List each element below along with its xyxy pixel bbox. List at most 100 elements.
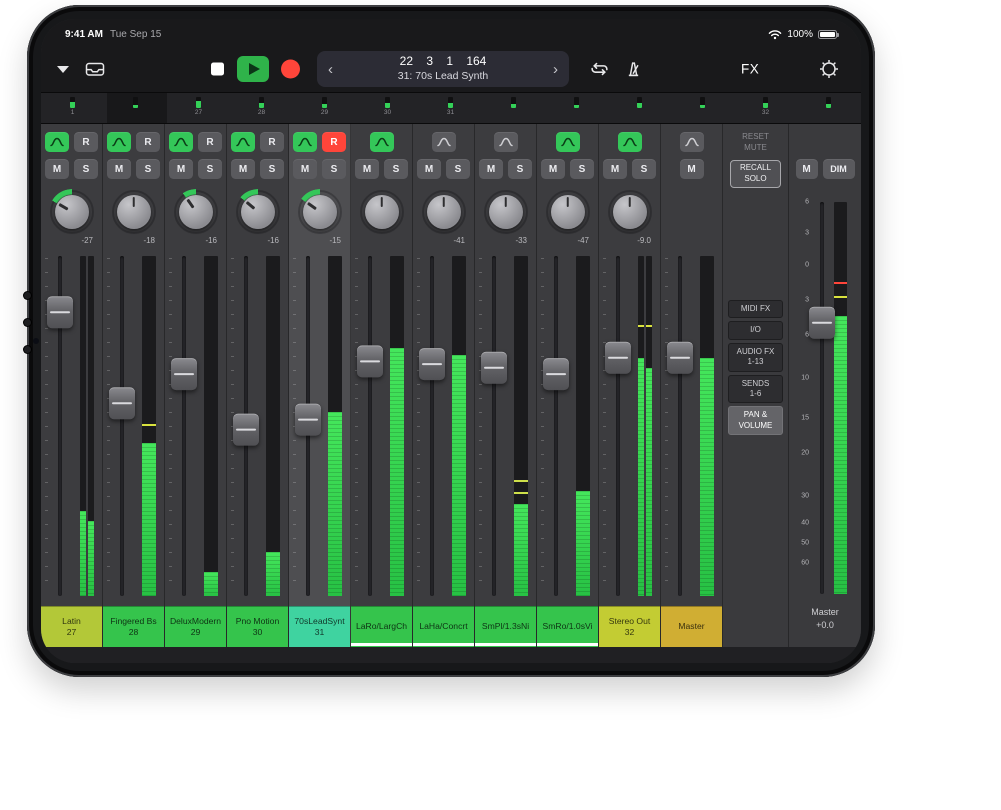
track-name-label[interactable]: DeluxModern29 xyxy=(165,606,226,647)
solo-button[interactable]: S xyxy=(322,159,346,179)
mute-button[interactable]: M xyxy=(541,159,565,179)
play-button[interactable] xyxy=(237,56,269,82)
overview-track[interactable]: 30 xyxy=(356,93,419,123)
overview-track[interactable]: 32 xyxy=(734,93,797,123)
solo-button[interactable]: S xyxy=(446,159,470,179)
panel-tab-sends-1-6[interactable]: SENDS1-6 xyxy=(728,375,783,404)
mute-button[interactable]: M xyxy=(355,159,379,179)
track-name-label[interactable]: LaHa/Concrt xyxy=(413,606,474,647)
lcd-prev-icon[interactable]: ‹ xyxy=(326,61,335,78)
mute-button[interactable]: M xyxy=(231,159,255,179)
track-name-label[interactable]: Pno Motion30 xyxy=(227,606,288,647)
volume-fader[interactable] xyxy=(357,345,383,377)
overview-track[interactable]: 31 xyxy=(419,93,482,123)
automation-button[interactable] xyxy=(432,132,456,152)
track-name-label[interactable]: Latin27 xyxy=(41,606,102,647)
overview-track[interactable] xyxy=(671,93,734,123)
pan-knob[interactable] xyxy=(421,189,467,235)
automation-button[interactable] xyxy=(618,132,642,152)
track-name-label[interactable]: Stereo Out32 xyxy=(599,606,660,647)
automation-button[interactable] xyxy=(556,132,580,152)
record-enable-button[interactable]: R xyxy=(260,132,284,152)
metronome-icon[interactable] xyxy=(625,61,642,78)
solo-button[interactable]: S xyxy=(198,159,222,179)
overview-track[interactable]: 1 xyxy=(41,93,104,123)
reset-mute-button[interactable]: RESETMUTE xyxy=(728,132,783,154)
panel-tab-audio-fx-1-13[interactable]: AUDIO FX1-13 xyxy=(728,343,783,372)
track-overview-strip[interactable]: 1 2728293031 32 xyxy=(41,93,861,124)
automation-button[interactable] xyxy=(107,132,131,152)
master-volume-fader[interactable] xyxy=(809,306,835,338)
master-mute-button[interactable]: M xyxy=(796,159,818,179)
automation-button[interactable] xyxy=(494,132,518,152)
record-enable-button[interactable]: R xyxy=(136,132,160,152)
overview-track[interactable]: 27 xyxy=(167,93,230,123)
track-name-label[interactable]: 70sLeadSynt31 xyxy=(289,606,350,647)
volume-fader[interactable] xyxy=(543,358,569,390)
pan-knob[interactable] xyxy=(483,189,529,235)
automation-button[interactable] xyxy=(370,132,394,152)
cycle-icon[interactable] xyxy=(589,62,610,77)
track-name-label[interactable]: LaRo/LargCh xyxy=(351,606,412,647)
view-chevron-down-icon[interactable] xyxy=(57,65,69,73)
track-name-label[interactable]: Master xyxy=(661,606,722,647)
volume-fader[interactable] xyxy=(481,352,507,384)
overview-track[interactable]: 28 xyxy=(230,93,293,123)
lcd-next-icon[interactable]: › xyxy=(551,61,560,78)
settings-icon[interactable] xyxy=(819,59,839,79)
automation-button[interactable] xyxy=(293,132,317,152)
pan-knob[interactable] xyxy=(111,189,157,235)
overview-track[interactable]: 29 xyxy=(293,93,356,123)
track-name-label[interactable]: Fingered Bs28 xyxy=(103,606,164,647)
track-name-label[interactable]: SmRo/1.0sVi xyxy=(537,606,598,647)
mute-button[interactable]: M xyxy=(417,159,441,179)
pan-knob[interactable] xyxy=(359,189,405,235)
volume-fader[interactable] xyxy=(667,342,693,374)
track-name-label[interactable]: SmPl/1.3sNi xyxy=(475,606,536,647)
overview-track[interactable] xyxy=(545,93,608,123)
mute-button[interactable]: M xyxy=(680,159,704,179)
mute-button[interactable]: M xyxy=(107,159,131,179)
record-enable-button[interactable]: R xyxy=(74,132,98,152)
solo-button[interactable]: S xyxy=(74,159,98,179)
automation-button[interactable] xyxy=(680,132,704,152)
pan-knob[interactable] xyxy=(297,189,343,235)
mute-button[interactable]: M xyxy=(169,159,193,179)
mute-button[interactable]: M xyxy=(45,159,69,179)
automation-button[interactable] xyxy=(45,132,69,152)
solo-button[interactable]: S xyxy=(384,159,408,179)
mute-button[interactable]: M xyxy=(603,159,627,179)
volume-fader[interactable] xyxy=(171,358,197,390)
record-enable-button[interactable]: R xyxy=(322,132,346,152)
solo-button[interactable]: S xyxy=(136,159,160,179)
overview-track[interactable] xyxy=(608,93,671,123)
recall-solo-button[interactable]: RECALLSOLO xyxy=(730,160,781,188)
pan-knob[interactable] xyxy=(49,189,95,235)
overview-track[interactable] xyxy=(482,93,545,123)
volume-fader[interactable] xyxy=(47,297,73,329)
volume-fader[interactable] xyxy=(233,413,259,445)
automation-button[interactable] xyxy=(231,132,255,152)
record-enable-button[interactable]: R xyxy=(198,132,222,152)
solo-button[interactable]: S xyxy=(508,159,532,179)
lcd-display[interactable]: ‹ 22 3 1 164 31: 70s Lead Synth › xyxy=(317,51,569,87)
fx-button[interactable]: FX xyxy=(741,62,759,77)
pan-knob[interactable] xyxy=(173,189,219,235)
master-dim-button[interactable]: DIM xyxy=(823,159,855,179)
overview-track[interactable] xyxy=(797,93,860,123)
pan-knob[interactable] xyxy=(607,189,653,235)
panel-tab-midi-fx[interactable]: MIDI FX xyxy=(728,300,783,318)
panel-tab-i-o[interactable]: I/O xyxy=(728,321,783,339)
solo-button[interactable]: S xyxy=(632,159,656,179)
solo-button[interactable]: S xyxy=(260,159,284,179)
volume-fader[interactable] xyxy=(605,342,631,374)
pan-knob[interactable] xyxy=(545,189,591,235)
stop-button[interactable] xyxy=(211,63,224,76)
volume-fader[interactable] xyxy=(419,348,445,380)
panel-tab-pan-volume[interactable]: PAN &VOLUME xyxy=(728,406,783,435)
mute-button[interactable]: M xyxy=(293,159,317,179)
browser-icon[interactable] xyxy=(85,61,105,77)
volume-fader[interactable] xyxy=(295,404,321,436)
volume-fader[interactable] xyxy=(109,387,135,419)
solo-button[interactable]: S xyxy=(570,159,594,179)
